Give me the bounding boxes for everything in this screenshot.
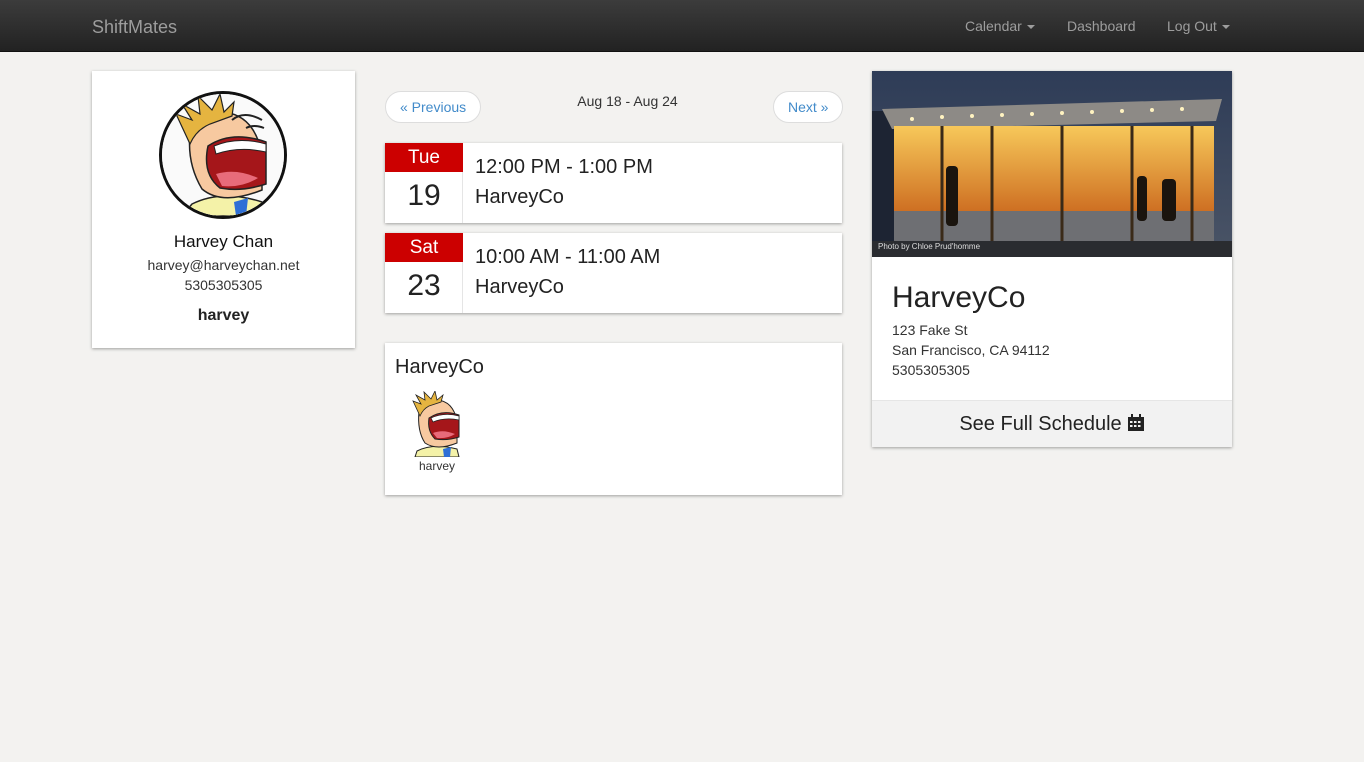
- see-full-schedule-label: See Full Schedule: [959, 413, 1122, 435]
- profile-name: Harvey Chan: [173, 232, 274, 251]
- coworker-avatar-image: [412, 391, 460, 457]
- nav-dashboard[interactable]: Dashboard: [1067, 18, 1136, 34]
- next-week-button[interactable]: Next »: [773, 91, 844, 123]
- shift-company: HarveyCo: [475, 186, 564, 208]
- profile-email: harvey@harveychan.net: [147, 257, 300, 273]
- shift-card[interactable]: Sat 23 10:00 AM - 11:00 AM HarveyCo: [385, 233, 842, 313]
- business-card: Photo by Chloe Prud'homme HarveyCo 123 F…: [872, 71, 1232, 447]
- shift-day: 23: [407, 269, 441, 302]
- business-phone: 5305305305: [892, 362, 970, 378]
- business-name: HarveyCo: [892, 281, 1026, 314]
- caret-down-icon: [1221, 25, 1230, 30]
- caret-down-icon: [1026, 25, 1035, 30]
- coworker-avatar[interactable]: [407, 391, 467, 457]
- coworkers-card: HarveyCo harvey: [385, 343, 842, 495]
- nav-calendar-dropdown[interactable]: Calendar: [965, 18, 1035, 34]
- nav-calendar-label: Calendar: [965, 18, 1022, 34]
- storefront-image: [872, 71, 1232, 257]
- shift-weekday: Tue: [385, 143, 463, 172]
- calendar-icon: [1127, 403, 1145, 450]
- previous-week-button[interactable]: « Previous: [385, 91, 482, 123]
- avatar: [159, 91, 287, 219]
- profile-username: harvey: [197, 307, 250, 324]
- business-address-line2: San Francisco, CA 94112: [892, 342, 1050, 358]
- shift-day: 19: [407, 179, 441, 212]
- profile-phone: 5305305305: [184, 277, 263, 293]
- business-address-line1: 123 Fake St: [892, 322, 968, 338]
- profile-card: Harvey Chan harvey@harveychan.net 530530…: [92, 71, 355, 348]
- photo-credit: Photo by Chloe Prud'homme: [878, 242, 981, 251]
- avatar-image: [162, 94, 284, 216]
- coworker-username: harvey: [418, 459, 456, 473]
- nav-logout-dropdown[interactable]: Log Out: [1167, 18, 1230, 34]
- shift-card[interactable]: Tue 19 12:00 PM - 1:00 PM HarveyCo: [385, 143, 842, 223]
- shift-time: 10:00 AM - 11:00 AM: [475, 246, 661, 268]
- navbar: ShiftMates Calendar Dashboard Log Out: [0, 0, 1364, 52]
- coworkers-title: HarveyCo: [395, 356, 484, 378]
- see-full-schedule-button[interactable]: See Full Schedule: [872, 400, 1232, 447]
- nav-logout-label: Log Out: [1167, 18, 1217, 34]
- shift-weekday: Sat: [385, 233, 463, 262]
- business-photo: Photo by Chloe Prud'homme: [872, 71, 1232, 257]
- brand-logo[interactable]: ShiftMates: [92, 17, 177, 38]
- shift-time: 12:00 PM - 1:00 PM: [475, 156, 653, 178]
- shift-company: HarveyCo: [475, 276, 564, 298]
- week-range: Aug 18 - Aug 24: [577, 93, 678, 109]
- shift-date: Sat 23: [385, 233, 463, 313]
- shift-date: Tue 19: [385, 143, 463, 223]
